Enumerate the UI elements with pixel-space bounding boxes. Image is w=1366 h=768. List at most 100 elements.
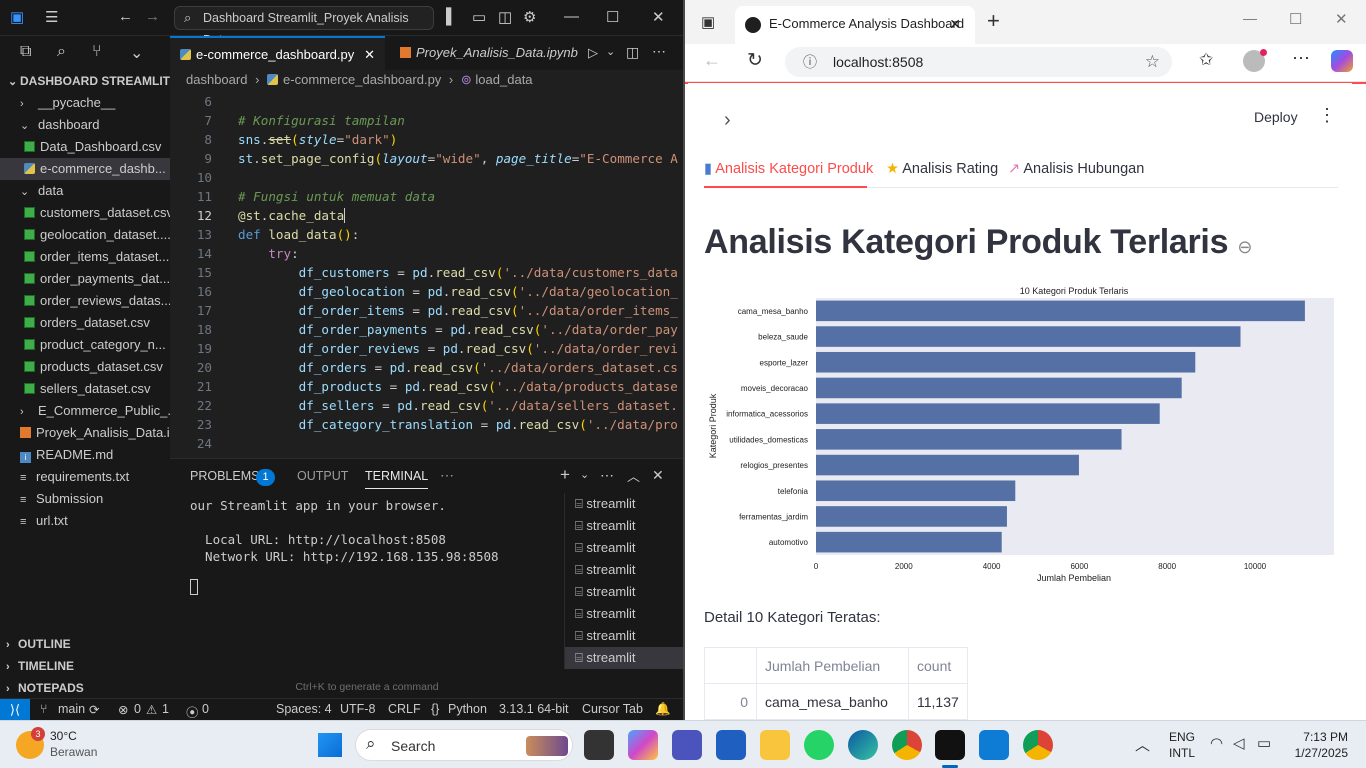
deploy-button[interactable]: Deploy [1254, 109, 1298, 125]
menu-icon[interactable]: ☰ [45, 8, 58, 26]
explorer-root[interactable]: ⌄DASHBOARD STREAMLIT_... [0, 70, 170, 92]
store-icon[interactable] [716, 730, 746, 760]
cursor-tab[interactable]: Cursor Tab [582, 702, 643, 716]
weather-desc[interactable]: Berawan [50, 745, 97, 759]
taskbar-search[interactable]: ⌕ Search [355, 729, 573, 761]
address-bar[interactable]: ⓘ localhost:8508 ☆ [785, 47, 1172, 77]
tree-file[interactable]: ≡ requirements.txt [0, 466, 170, 488]
vscode-icon[interactable] [979, 730, 1009, 760]
language-mode[interactable]: Python [448, 702, 487, 716]
run-icon[interactable]: ▷ [588, 45, 598, 61]
terminal-instance[interactable]: ⌸ streamlit [565, 515, 684, 537]
browser-tab[interactable]: E-Commerce Analysis Dashboard ✕ [735, 6, 975, 44]
end-of-line[interactable]: CRLF [388, 702, 421, 716]
weather-temp[interactable]: 30°C [50, 729, 77, 743]
cursor-app-icon[interactable] [935, 730, 965, 760]
tree-file[interactable]: products_dataset.csv [0, 356, 170, 378]
teams-icon[interactable] [672, 730, 702, 760]
close-icon[interactable]: ✕ [1335, 10, 1348, 28]
battery-icon[interactable]: ▭ [1257, 734, 1271, 752]
whatsapp-icon[interactable] [804, 730, 834, 760]
chevron-down-icon[interactable]: ⌄ [580, 468, 589, 481]
maximize-panel-icon[interactable]: ︿ [627, 466, 640, 485]
more-actions-icon[interactable]: ⋯ [600, 467, 614, 484]
language-indicator[interactable]: ENG [1169, 730, 1195, 744]
code-editor[interactable]: 6 7 8 9 10 11 12 13 14 15 16 17 18 19 20 21 22 23 24 # Kon… [170, 92, 683, 458]
chevron-up-icon[interactable]: ︿ [1135, 734, 1150, 755]
tree-folder[interactable]: › __pycache__ [0, 92, 170, 114]
close-panel-icon[interactable]: ✕ [652, 467, 664, 484]
clock-date[interactable]: 1/27/2025 [1280, 746, 1348, 760]
clock-time[interactable]: 7:13 PM [1290, 730, 1348, 744]
back-arrow-icon[interactable]: ← [118, 8, 133, 25]
tab-analisis-rating[interactable]: ★ Analisis Rating [886, 161, 998, 177]
tab-problems[interactable]: PROBLEMS [190, 469, 259, 483]
close-tab-icon[interactable]: ✕ [364, 38, 375, 72]
outline-section[interactable]: › OUTLINE [0, 633, 170, 655]
info-icon[interactable]: ⓘ [803, 47, 817, 77]
sync-icon[interactable]: ⟳ [89, 702, 99, 717]
notepads-section[interactable]: › NOTEPADS [0, 677, 170, 699]
tab-analisis-kategori[interactable]: ▮ Analisis Kategori Produk [704, 161, 873, 177]
source-control-icon[interactable]: ⑂ [92, 43, 102, 61]
breadcrumb-file[interactable]: e-commerce_dashboard.py [283, 72, 441, 87]
close-tab-icon[interactable]: ✕ [949, 6, 961, 42]
terminal-instance[interactable]: ⌸ streamlit [565, 625, 684, 647]
tree-file[interactable]: Proyek_Analisis_Data.i... [0, 422, 170, 444]
split-editor-icon[interactable]: ◫ [626, 44, 639, 61]
tab-analisis-hubungan[interactable]: ↗ Analisis Hubungan [1008, 161, 1144, 177]
breadcrumb-symbol[interactable]: load_data [475, 72, 532, 87]
new-tab-icon[interactable]: + [987, 8, 1000, 34]
more-actions-icon[interactable]: ⋯ [652, 43, 666, 60]
more-options-icon[interactable]: ⋯ [1292, 48, 1310, 69]
tree-file[interactable]: customers_dataset.csv [0, 202, 170, 224]
data-table[interactable]: Jumlah Pembelian count 0 cama_mesa_banho… [704, 647, 968, 720]
tree-file[interactable]: ≡ Submission [0, 488, 170, 510]
tab-notebook[interactable]: Proyek_Analisis_Data.ipynb [390, 36, 580, 70]
toggle-panel-icon[interactable]: ▭ [472, 8, 486, 26]
start-windows-icon[interactable] [318, 733, 342, 757]
back-arrow-icon[interactable]: ← [703, 50, 721, 71]
chrome-profile-icon[interactable] [1023, 730, 1053, 760]
tree-folder[interactable]: ⌄ dashboard [0, 114, 170, 136]
python-interpreter[interactable]: 3.13.1 64-bit [499, 702, 569, 716]
copilot-icon[interactable] [1331, 50, 1353, 72]
error-count[interactable]: 0 [134, 702, 141, 716]
tree-file[interactable]: Data_Dashboard.csv [0, 136, 170, 158]
settings-gear-icon[interactable]: ⚙ [523, 8, 536, 26]
file-explorer-icon[interactable] [760, 730, 790, 760]
anchor-link-icon[interactable]: ⊖ [1237, 237, 1252, 257]
forward-arrow-icon[interactable]: → [145, 8, 160, 25]
close-icon[interactable]: ✕ [652, 8, 665, 26]
tree-file[interactable]: order_payments_dat... [0, 268, 170, 290]
tab-active-file[interactable]: e-commerce_dashboard.py ✕ [170, 36, 385, 70]
minimize-icon[interactable]: — [1243, 10, 1257, 26]
timeline-section[interactable]: › TIMELINE [0, 655, 170, 677]
copilot-taskbar-icon[interactable] [628, 730, 658, 760]
toggle-sidebar-icon[interactable]: ▌ [446, 8, 457, 25]
tree-file[interactable]: ≡ url.txt [0, 510, 170, 532]
terminal-instance[interactable]: ⌸ streamlit [565, 537, 684, 559]
bell-icon[interactable]: 🔔 [655, 702, 671, 717]
table-header-category[interactable]: Jumlah Pembelian [756, 647, 909, 684]
tree-file[interactable]: geolocation_dataset.... [0, 224, 170, 246]
chrome-icon[interactable] [892, 730, 922, 760]
terminal-instance[interactable]: ⌸ streamlit [565, 647, 684, 669]
refresh-icon[interactable]: ↻ [747, 49, 763, 72]
edge-icon[interactable] [848, 730, 878, 760]
keyboard-layout[interactable]: INTL [1169, 746, 1195, 760]
breadcrumb-folder[interactable]: dashboard [186, 72, 247, 87]
table-header-count[interactable]: count [908, 647, 968, 684]
tree-file[interactable]: e-commerce_dashb... [0, 158, 170, 180]
tree-folder[interactable]: ⌄ data [0, 180, 170, 202]
chevron-down-icon[interactable]: ⌄ [130, 43, 143, 63]
indentation[interactable]: Spaces: 4 [276, 702, 332, 716]
tree-file[interactable]: i README.md [0, 444, 170, 466]
tree-file[interactable]: order_reviews_datas... [0, 290, 170, 312]
terminal-instance[interactable]: ⌸ streamlit [565, 603, 684, 625]
terminal-instance[interactable]: ⌸ streamlit [565, 581, 684, 603]
favorite-star-icon[interactable]: ☆ [1145, 47, 1160, 77]
sidebar-expand-chevron-icon[interactable]: › [724, 109, 731, 132]
ports-count[interactable]: 0 [202, 702, 209, 716]
favorites-icon[interactable]: ✩ [1199, 50, 1213, 70]
